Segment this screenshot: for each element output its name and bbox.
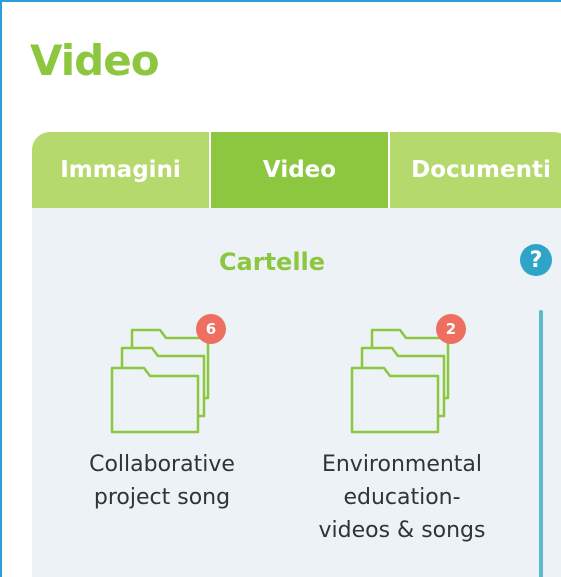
count-badge: 2 <box>436 314 466 344</box>
folder-name: Environmental education- videos & songs <box>287 448 517 547</box>
media-tabs: Immagini Video Documenti <box>32 132 561 208</box>
folder-name-line: Environmental <box>321 452 483 477</box>
folder-name-line: videos & songs <box>318 518 486 543</box>
tab-video[interactable]: Video <box>211 132 390 208</box>
section-title: Cartelle <box>218 248 326 276</box>
count-badge: 6 <box>196 314 226 344</box>
folder-name: Collaborative project song <box>47 448 277 514</box>
folder-name-line: project song <box>93 485 231 510</box>
tab-immagini[interactable]: Immagini <box>32 132 211 208</box>
scrollbar[interactable] <box>539 310 543 577</box>
page-title: Video <box>30 36 160 85</box>
folder-name-line: education- <box>343 485 461 510</box>
app-frame: Video Immagini Video Documenti Cartelle … <box>0 0 561 577</box>
question-icon[interactable]: ? <box>520 244 552 276</box>
folder-icon: 6 <box>102 308 226 438</box>
folder-item[interactable]: 6 Collaborative project song <box>47 308 277 514</box>
folder-item[interactable]: 2 Environmental education- videos & song… <box>287 308 517 547</box>
folder-name-line: Collaborative <box>89 452 235 477</box>
folders-panel: Cartelle ? 6 Collaborative project song <box>32 208 561 577</box>
tab-documenti[interactable]: Documenti <box>390 132 561 208</box>
folder-icon: 2 <box>342 308 466 438</box>
